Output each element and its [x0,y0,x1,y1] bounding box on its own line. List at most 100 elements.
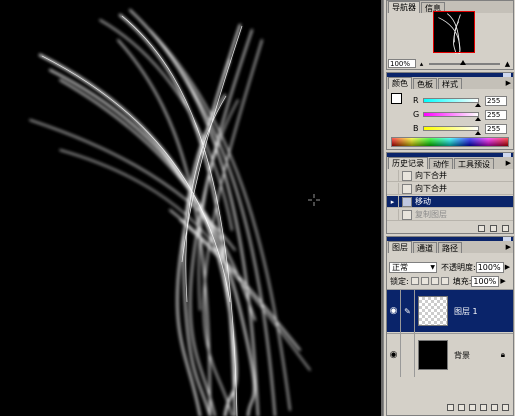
layer-style-icon[interactable] [447,403,454,411]
tab-tool-presets[interactable]: 工具预设 [454,158,494,169]
slider-knob[interactable] [475,117,481,121]
palette-menu-icon[interactable]: ▶ [506,79,511,87]
history-brush-slot[interactable] [387,182,399,195]
trash-icon[interactable] [502,224,509,232]
tab-history[interactable]: 历史记录 [388,157,428,169]
layers-palette: 图层 通道 路径 ▶ 正常 ▼ 不透明度: 100% ▶ 锁定: 填充: 100… [386,236,514,416]
fg-bg-swatches [391,93,407,109]
tab-paths[interactable]: 路径 [438,242,462,253]
tab-actions[interactable]: 动作 [429,158,453,169]
move-icon [402,196,412,207]
history-state-label: 移动 [415,197,431,206]
layer-row-background[interactable]: ◉ 背景 🔒︎ [387,333,513,377]
tab-swatches[interactable]: 色板 [413,78,437,89]
zoom-out-icon[interactable]: ▴ [417,60,426,68]
chevron-down-icon: ▼ [430,263,435,271]
channel-label: R [413,96,419,105]
fill-field[interactable]: 100% [471,275,500,287]
channel-row-b: B 255 [413,123,513,135]
history-state[interactable]: 复制图层 [387,208,513,221]
palette-dock: 导航器 信息 100% ▴ ▲ 颜色 色板 样式 ▶ R 255 G 255 B… [383,0,515,416]
tab-channels[interactable]: 通道 [413,242,437,253]
history-state-icon [402,183,412,194]
history-footer [387,223,513,233]
channel-row-r: R 255 [413,95,513,107]
lock-image-checkbox[interactable] [420,277,429,285]
opacity-field[interactable]: 100% [475,261,504,273]
history-state-label: 复制图层 [415,210,447,219]
visibility-eye-icon[interactable]: ◉ [387,333,401,377]
trash-icon[interactable] [502,403,509,411]
channel-row-g: G 255 [413,109,513,121]
adjustment-layer-icon[interactable] [480,403,487,411]
blend-row: 正常 ▼ 不透明度: 100% ▶ [387,261,513,273]
layer-row-layer1[interactable]: ◉ ✎ 图层 1 [387,289,513,333]
new-document-from-state-icon[interactable] [478,224,485,232]
lock-position-checkbox[interactable] [430,277,439,285]
tab-color[interactable]: 颜色 [388,77,412,89]
history-brush-slot[interactable] [387,169,399,182]
history-state-selected[interactable]: ▸ 移动 [387,195,513,208]
layer-thumbnail[interactable] [418,296,448,326]
history-brush-slot[interactable] [387,208,399,221]
crosshair-cursor [308,194,320,206]
channel-slider-g[interactable] [423,112,481,121]
palette-menu-icon[interactable]: ▶ [506,243,511,251]
layers-tabs: 图层 通道 路径 ▶ [387,241,513,253]
light-streaks-artwork [29,9,320,416]
color-palette: 颜色 色板 样式 ▶ R 255 G 255 B 255 [386,72,514,150]
channel-value-r[interactable]: 255 [485,95,507,106]
channel-label: G [413,110,420,119]
history-state[interactable]: 向下合并 [387,169,513,182]
layer-name[interactable]: 背景 [454,350,470,361]
history-pointer-icon[interactable]: ▸ [387,195,399,208]
image-canvas[interactable] [0,0,381,416]
layer-name[interactable]: 图层 1 [454,306,478,317]
zoom-field[interactable]: 100% [388,59,416,68]
channel-value-b[interactable]: 255 [485,123,507,134]
navigator-palette: 导航器 信息 100% ▴ ▲ [386,0,514,70]
link-slot[interactable] [401,333,415,377]
tab-layers[interactable]: 图层 [388,241,412,253]
history-state-icon [402,209,412,220]
document-window [0,0,383,416]
lock-icon: 🔒︎ [500,350,505,359]
history-state-label: 向下合并 [415,184,447,193]
channel-slider-r[interactable] [423,98,481,107]
color-tabs: 颜色 色板 样式 ▶ [387,77,513,89]
lock-transparent-checkbox[interactable] [410,277,419,285]
tab-styles[interactable]: 样式 [438,78,462,89]
navigator-view-box[interactable] [433,11,475,53]
zoom-slider-thumb[interactable] [460,59,467,65]
blend-mode-select[interactable]: 正常 ▼ [389,261,437,273]
brush-icon[interactable]: ✎ [401,289,415,333]
fill-label: 填充: [452,276,472,286]
lock-all-checkbox[interactable] [440,277,449,285]
visibility-eye-icon[interactable]: ◉ [387,289,401,333]
zoom-in-icon[interactable]: ▲ [503,60,512,68]
channel-label: B [413,124,419,133]
new-layer-icon[interactable] [491,403,498,411]
fill-arrow-icon[interactable]: ▶ [500,277,505,285]
opacity-arrow-icon[interactable]: ▶ [505,263,510,271]
layer-mask-icon[interactable] [458,403,465,411]
history-state-icon [402,170,412,181]
slider-knob[interactable] [475,131,481,135]
zoom-slider[interactable] [429,59,500,65]
channel-slider-b[interactable] [423,126,481,135]
palette-menu-icon[interactable]: ▶ [506,159,511,167]
history-state[interactable]: 向下合并 [387,182,513,195]
layer-thumbnail[interactable] [418,340,448,370]
foreground-color-swatch[interactable] [391,93,402,104]
channel-value-g[interactable]: 255 [485,109,507,120]
layers-footer [387,401,513,413]
navigator-zoom-row: 100% ▴ ▲ [387,58,513,69]
tab-navigator[interactable]: 导航器 [388,1,420,13]
history-state-label: 向下合并 [415,171,447,180]
blend-mode-value: 正常 [392,262,408,272]
history-tabs: 历史记录 动作 工具预设 ▶ [387,157,513,169]
layer-set-icon[interactable] [469,403,476,411]
new-snapshot-icon[interactable] [490,224,497,232]
color-ramp[interactable] [391,137,509,147]
slider-knob[interactable] [475,103,481,107]
